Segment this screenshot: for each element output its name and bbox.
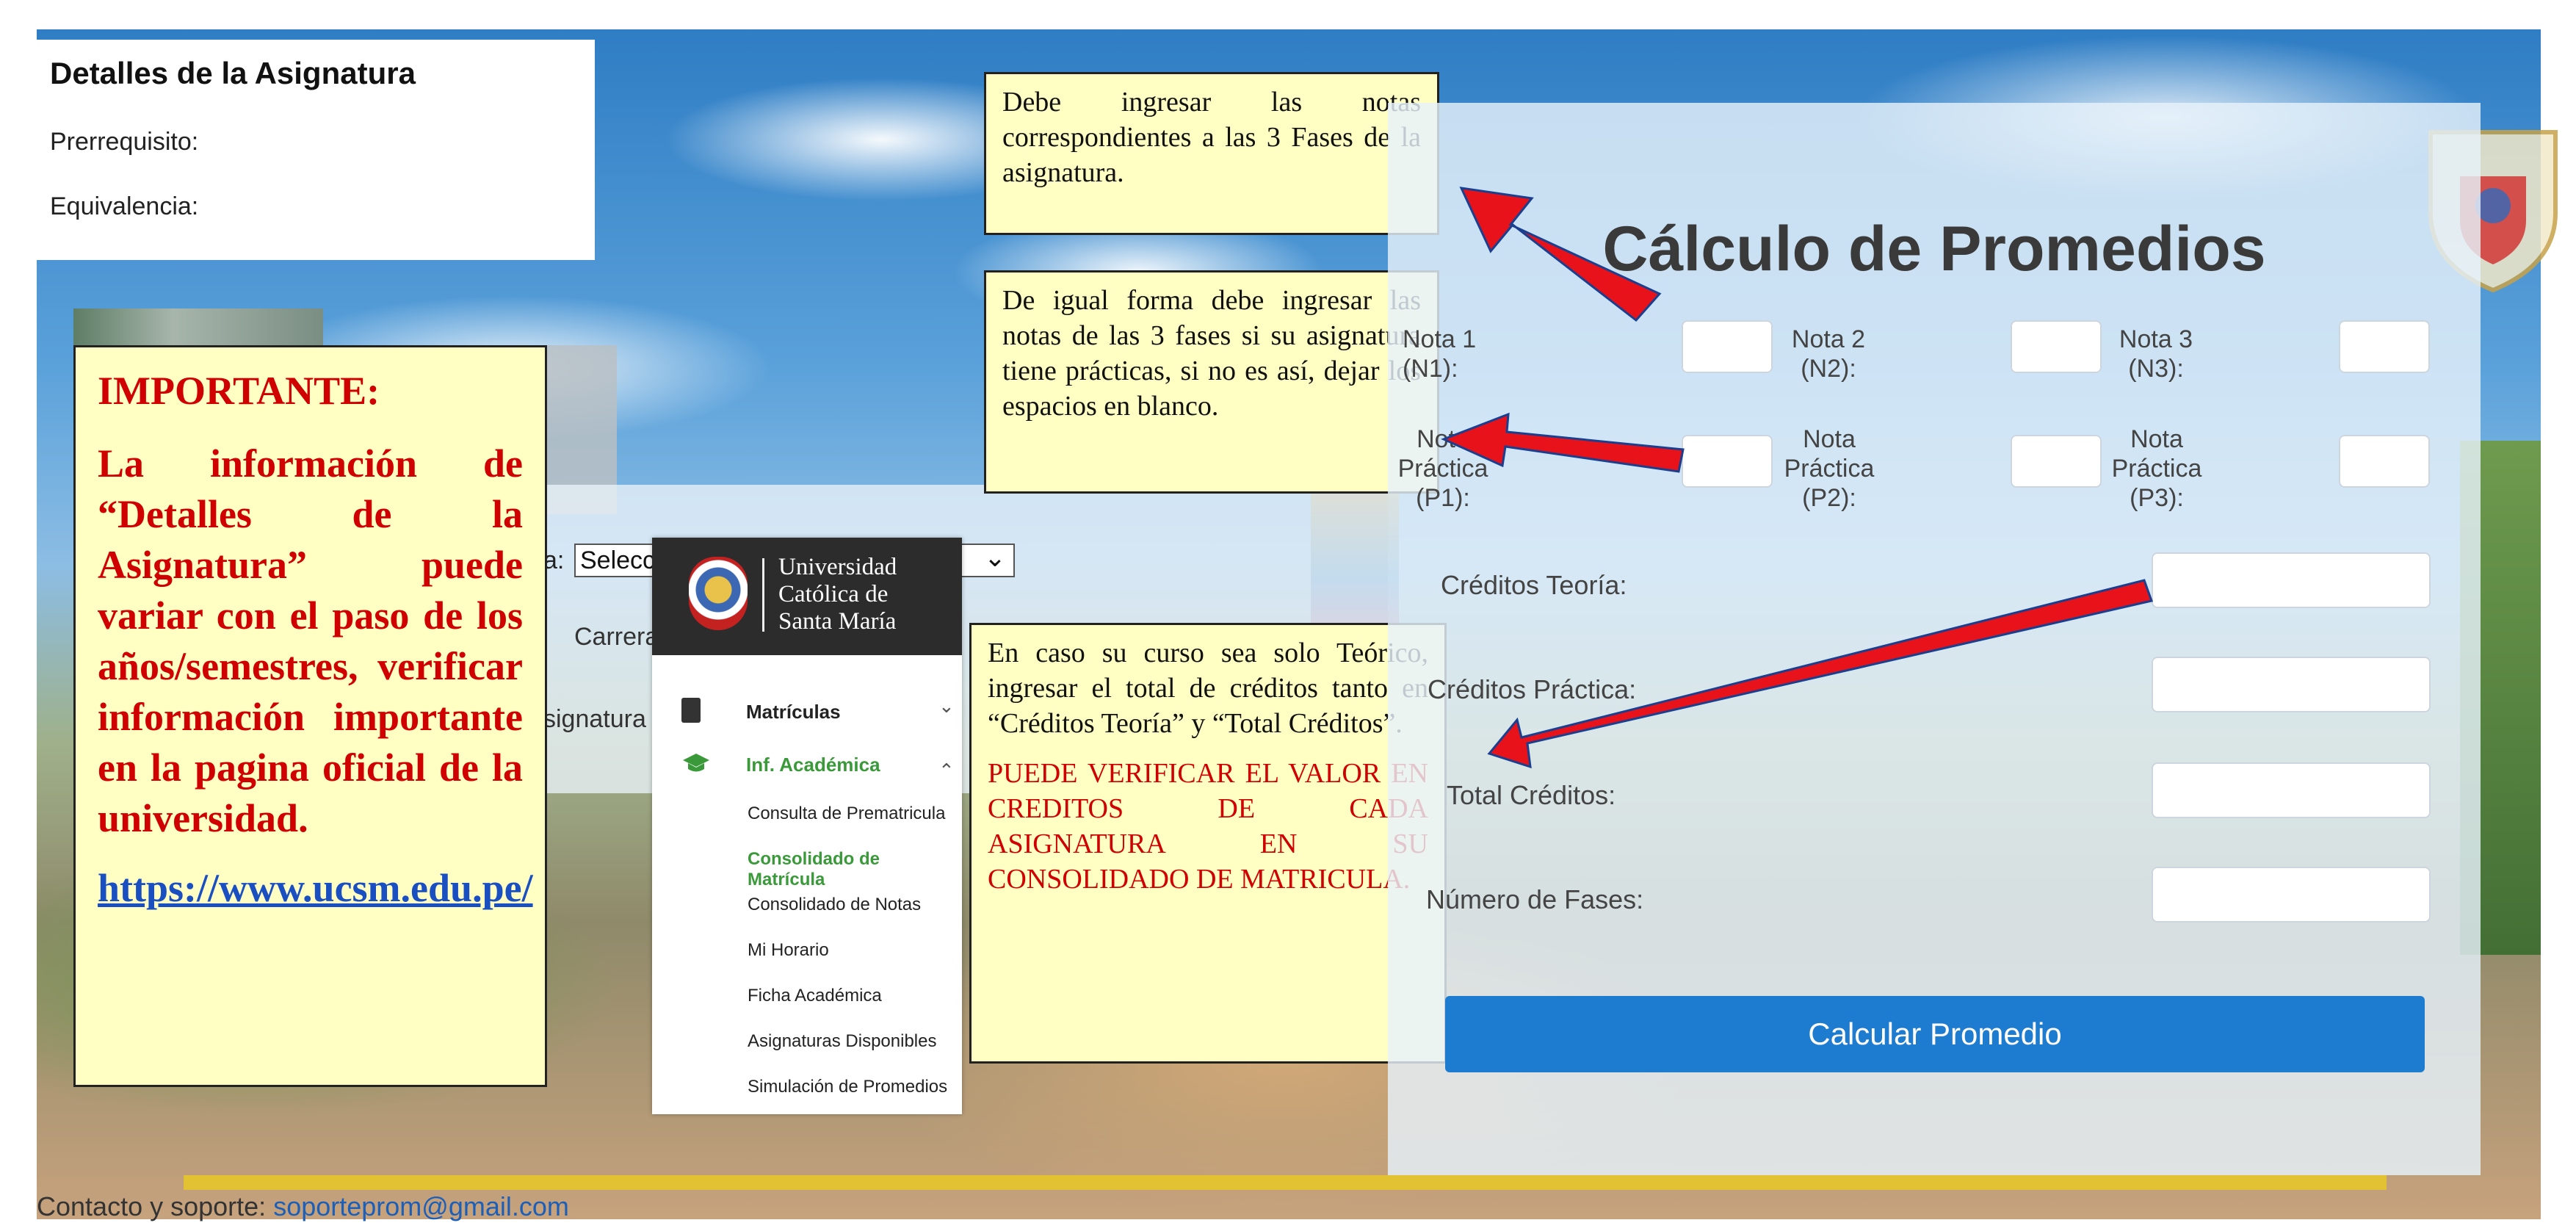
menu-item-matriculas[interactable]: Matrículas — [746, 701, 841, 723]
submenu-mi-horario[interactable]: Mi Horario — [748, 940, 829, 961]
grade-1-label: Nota 1 (N1): — [1403, 325, 1477, 383]
callout-credits: En caso su curso sea solo Teórico, ingre… — [969, 623, 1447, 1064]
important-body: La información de “Detalles de la Asigna… — [98, 441, 523, 840]
total-credits-label: Total Créditos: — [1447, 780, 1616, 810]
grade-3-label: Nota 3 (N3): — [2119, 325, 2193, 383]
grade-2-label: Nota 2 (N2): — [1791, 325, 1866, 383]
university-header: Universidad Católica de Santa María — [652, 538, 962, 655]
grade-2-input[interactable] — [2011, 320, 2102, 373]
chevron-down-icon: ⌄ — [983, 542, 1006, 572]
callout-phases: Debe ingresar las notas correspondientes… — [984, 72, 1439, 235]
total-credits-input[interactable] — [2152, 762, 2431, 818]
career-label: Carrera — [574, 623, 659, 651]
practice-1-input[interactable] — [1682, 435, 1773, 488]
grade-1-input[interactable] — [1682, 320, 1773, 373]
practice-3-input[interactable] — [2339, 435, 2430, 488]
credits-practice-label: Créditos Práctica: — [1428, 674, 1637, 704]
calculator-title: Cálculo de Promedios — [1602, 214, 2266, 284]
grade-3-input[interactable] — [2339, 320, 2430, 373]
equivalence-label: Equivalencia: — [50, 192, 199, 220]
subject-label: signatura — [543, 705, 646, 733]
practice-1-label: Nota Práctica (P1): — [1397, 425, 1488, 512]
callout-practice-text: De igual forma debe ingresar las notas d… — [1002, 285, 1421, 422]
calculate-average-button[interactable]: Calcular Promedio — [1445, 996, 2425, 1072]
select-value: Selecc — [580, 546, 656, 574]
contact-footer: Contacto y soporte: soporteprom@gmail.co… — [37, 1191, 569, 1222]
submenu-consulta-prematricula[interactable]: Consulta de Prematricula — [748, 804, 945, 824]
university-name-line-1: Universidad — [778, 554, 897, 580]
callout-credits-warning: PUEDE VERIFICAR EL VALOR EN CREDITOS DE … — [988, 758, 1428, 895]
callout-practice: De igual forma debe ingresar las notas d… — [984, 270, 1439, 494]
callout-credits-text: En caso su curso sea solo Teórico, ingre… — [988, 638, 1428, 739]
submenu-ficha-academica[interactable]: Ficha Académica — [748, 986, 882, 1006]
credits-theory-label: Créditos Teoría: — [1441, 570, 1627, 600]
important-heading: IMPORTANTE: — [98, 369, 380, 413]
road-yellow — [184, 1175, 2387, 1190]
university-link[interactable]: https://www.ucsm.edu.pe/ — [98, 863, 533, 914]
submenu-consolidado-notas[interactable]: Consolidado de Notas — [748, 895, 921, 915]
university-name: Universidad Católica de Santa María — [778, 554, 897, 635]
university-menu-screenshot: Universidad Católica de Santa María Matr… — [652, 538, 962, 1114]
header-divider — [762, 558, 764, 632]
subject-details-title: Detalles de la Asignatura — [50, 56, 416, 90]
prerequisite-label: Prerrequisito: — [50, 128, 199, 156]
menu-item-inf-academica[interactable]: Inf. Académica — [746, 754, 880, 776]
university-name-line-2: Católica de — [778, 581, 889, 607]
credits-practice-input[interactable] — [2152, 657, 2431, 712]
graduation-cap-icon — [683, 754, 709, 772]
university-crest-icon — [689, 557, 748, 630]
submenu-consolidado-matricula[interactable]: Consolidado de Matrícula — [748, 849, 962, 890]
chevron-down-icon: ⌄ — [938, 695, 955, 717]
practice-2-label: Nota Práctica (P2): — [1784, 425, 1875, 512]
contact-text: Contacto y soporte: — [37, 1191, 267, 1221]
phases-label: Número de Fases: — [1426, 884, 1644, 914]
submenu-simulacion-promedios[interactable]: Simulación de Promedios — [748, 1077, 947, 1097]
credits-theory-input[interactable] — [2152, 552, 2431, 608]
phases-input[interactable] — [2152, 867, 2431, 923]
important-note-box: IMPORTANTE: La información de “Detalles … — [73, 345, 547, 1087]
book-icon — [681, 698, 701, 723]
submenu-asignaturas-disponibles[interactable]: Asignaturas Disponibles — [748, 1031, 936, 1052]
practice-3-label: Nota Práctica (P3): — [2111, 425, 2202, 512]
callout-phases-text: Debe ingresar las notas correspondientes… — [1002, 87, 1421, 188]
university-name-line-3: Santa María — [778, 608, 897, 635]
chevron-up-icon: ⌃ — [938, 759, 955, 781]
subject-details-card: Detalles de la Asignatura Prerrequisito:… — [37, 40, 595, 260]
practice-2-input[interactable] — [2011, 435, 2102, 488]
contact-email-link[interactable]: soporteprom@gmail.com — [273, 1191, 569, 1221]
